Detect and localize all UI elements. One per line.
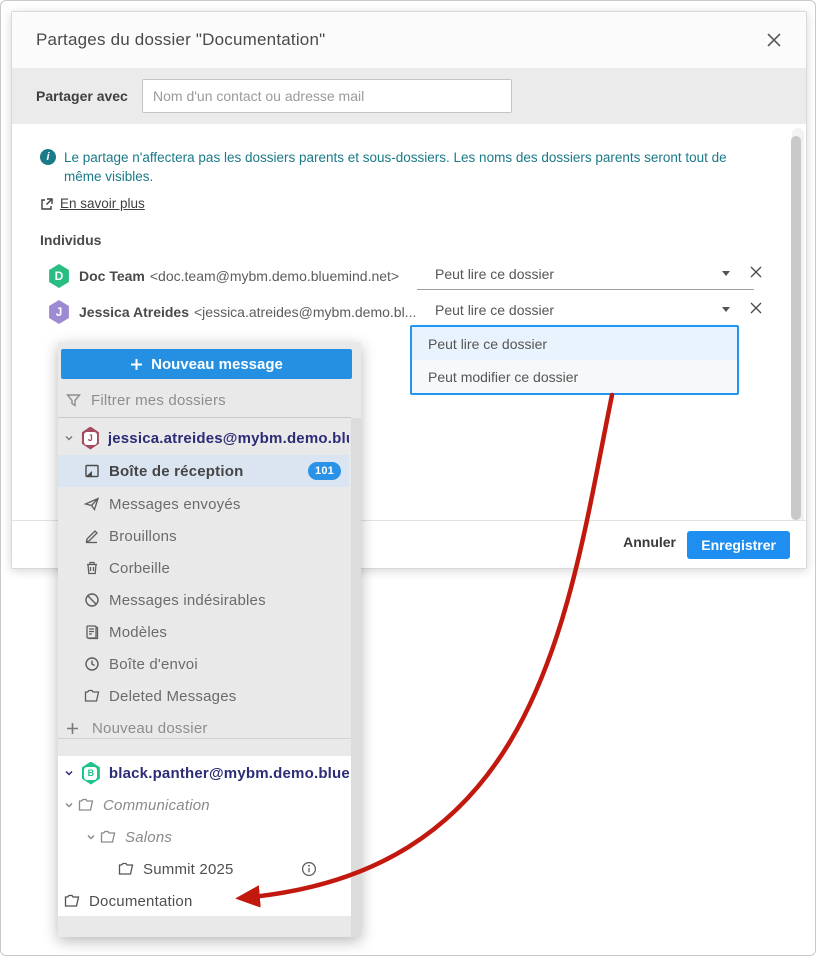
share-name: Doc Team [79,268,145,284]
app-window: Partages du dossier "Documentation" Part… [0,0,816,956]
template-icon [84,624,101,640]
share-with-bar: Partager avec [12,68,806,124]
trash-icon [84,560,101,576]
permission-select-open[interactable]: Peut lire ce dossier [417,294,754,326]
sidebar-item-trash[interactable]: Corbeille [58,552,349,584]
ban-icon [84,592,101,608]
dialog-header: Partages du dossier "Documentation" [12,12,806,68]
share-row: J Jessica Atreides <jessica.atreides@myb… [48,300,416,324]
sidebar-item-templates[interactable]: Modèles [58,616,349,648]
dropdown-option-read[interactable]: Peut lire ce dossier [412,327,737,360]
info-icon: i [40,149,56,165]
sidebar-folder-salons[interactable]: Salons [58,821,349,853]
avatar: B [81,762,101,785]
share-with-input[interactable] [142,79,512,113]
info-message: Le partage n'affectera pas les dossiers … [64,148,752,186]
dialog-scrollbar[interactable] [792,128,804,528]
share-email: <doc.team@mybm.demo.bluemind.net> [150,268,399,284]
individuals-section-title: Individus [40,232,101,248]
remove-share-icon[interactable] [748,300,766,318]
sidebar-folder-communication[interactable]: Communication [58,789,349,821]
sidebar-item-drafts[interactable]: Brouillons [58,520,349,552]
avatar: J [81,427,100,450]
sidebar-item-outbox[interactable]: Boîte d'envoi [58,648,349,680]
sidebar-folder-documentation[interactable]: Documentation [58,885,349,917]
remove-share-icon[interactable] [748,264,766,282]
permission-select[interactable]: Peut lire ce dossier [417,258,754,290]
sidebar-item-deleted-messages[interactable]: Deleted Messages [58,680,349,712]
external-link-icon [40,197,54,211]
sidebar-divider [58,738,351,739]
sidebar-account-jessica[interactable]: J jessica.atreides@mybm.demo.blue... [58,422,349,454]
chevron-down-icon [64,768,74,778]
send-icon [84,496,101,512]
chevron-down-icon [722,271,730,276]
folder-icon [64,893,81,909]
unread-count-badge: 101 [308,462,341,480]
filter-icon [66,393,81,408]
sidebar-folder-summit-2025[interactable]: Summit 2025 [58,853,349,885]
info-circle-icon[interactable] [301,861,317,877]
dropdown-option-modify[interactable]: Peut modifier ce dossier [412,360,737,393]
folder-icon [78,797,95,813]
close-icon[interactable] [764,30,784,50]
pencil-icon [84,528,101,544]
share-name: Jessica Atreides [79,304,189,320]
sidebar-item-sent[interactable]: Messages envoyés [58,488,349,520]
plus-icon [130,358,143,371]
inbox-icon [84,463,101,479]
chevron-down-icon [64,800,74,810]
permission-dropdown: Peut lire ce dossier Peut modifier ce do… [410,325,739,395]
share-email: <jessica.atreides@mybm.demo.bl... [194,304,416,320]
scrollbar-thumb[interactable] [791,136,801,520]
mail-folder-sidebar: Nouveau message Filtrer mes dossiers J j… [58,342,361,937]
chevron-down-icon [64,433,74,443]
cancel-button[interactable]: Annuler [623,534,676,550]
sidebar-scrollbar[interactable] [351,418,361,937]
folder-icon [84,688,101,704]
filter-folders-input[interactable]: Filtrer mes dossiers [58,383,351,418]
learn-more-link[interactable]: En savoir plus [40,196,145,211]
dialog-title: Partages du dossier "Documentation" [36,30,325,50]
new-folder-button[interactable]: Nouveau dossier [58,712,349,744]
clock-icon [84,656,101,672]
plus-icon [66,722,80,735]
new-message-button[interactable]: Nouveau message [61,349,352,379]
share-row: D Doc Team <doc.team@mybm.demo.bluemind.… [48,264,399,288]
sidebar-item-inbox[interactable]: Boîte de réception 101 [58,455,349,487]
avatar: D [48,264,70,288]
chevron-down-icon [86,832,96,842]
save-button[interactable]: Enregistrer [687,531,790,559]
chevron-down-icon [722,307,730,312]
folder-icon [118,861,135,877]
sidebar-account-black-panther[interactable]: B black.panther@mybm.demo.blue... [58,757,349,789]
avatar: J [48,300,70,324]
share-with-label: Partager avec [36,88,128,104]
sidebar-item-junk[interactable]: Messages indésirables [58,584,349,616]
folder-icon [100,829,117,845]
